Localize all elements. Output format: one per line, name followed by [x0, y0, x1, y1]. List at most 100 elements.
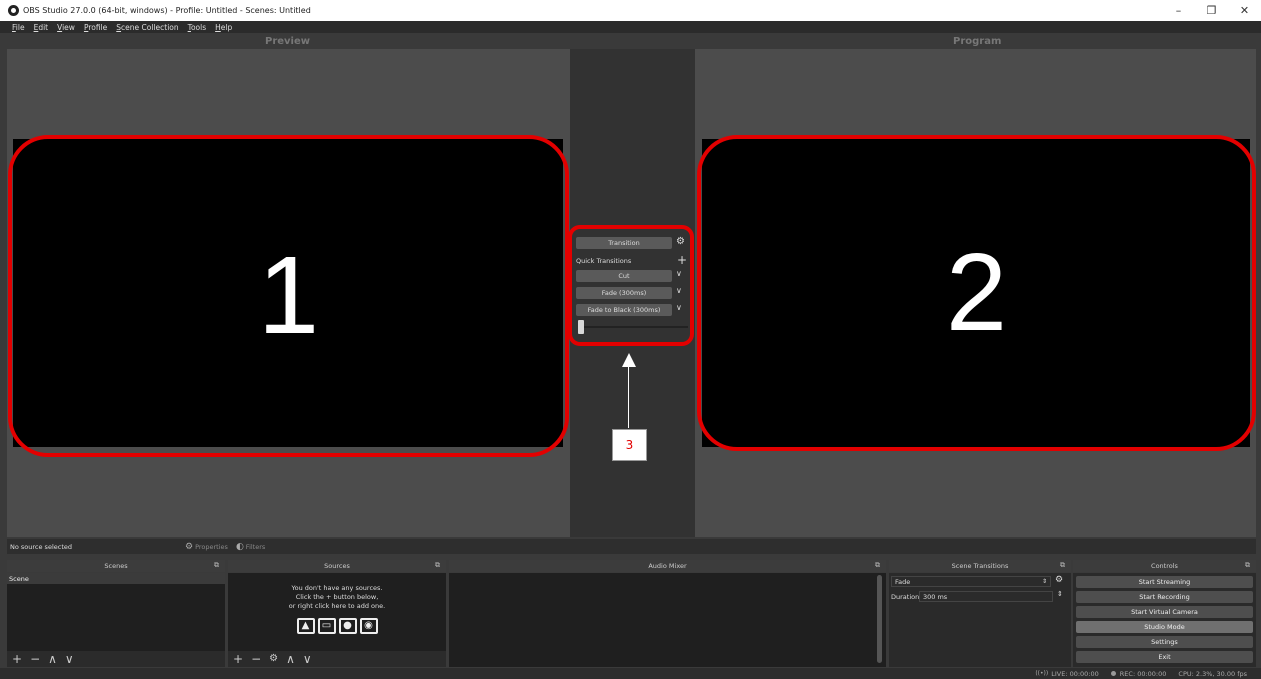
audio-mixer-body — [449, 573, 886, 667]
start-recording-button[interactable]: Start Recording — [1076, 591, 1253, 603]
empty-line-3: or right click here to add one. — [288, 602, 386, 610]
spin-arrows-icon[interactable]: ⇕ — [1042, 578, 1047, 585]
window-title: OBS Studio 27.0.0 (64-bit, windows) - Pr… — [23, 6, 311, 15]
menu-view[interactable]: View — [57, 23, 75, 32]
broadcast-icon: ((•)) — [1035, 670, 1049, 677]
preview-title: Preview — [265, 36, 311, 47]
controls-dock: Controls ⧉ Start Streaming Start Recordi… — [1073, 560, 1256, 667]
globe-icon: ● — [338, 618, 357, 634]
scenes-toolbar: + − ∧ ∨ — [7, 651, 225, 667]
move-up-icon[interactable]: ∧ — [286, 653, 295, 665]
properties-label: Properties — [195, 542, 228, 551]
annotation-box-2: 2 — [697, 135, 1256, 451]
menu-help[interactable]: Help — [215, 23, 232, 32]
window-controls: – ❐ ✕ — [1162, 0, 1261, 21]
float-dock-icon[interactable]: ⧉ — [435, 561, 440, 570]
menu-file[interactable]: File — [12, 23, 25, 32]
scenes-dock: Scenes ⧉ Scene + − ∧ ∨ — [7, 560, 225, 667]
start-streaming-button[interactable]: Start Streaming — [1076, 576, 1253, 588]
rec-status: REC: 00:00:00 — [1110, 670, 1166, 678]
mixer-scrollbar[interactable] — [877, 575, 882, 663]
cpu-status: CPU: 2.3%, 30.00 fps — [1178, 669, 1247, 678]
transition-select[interactable]: Fade ⇕ — [891, 576, 1051, 587]
sources-toolbar: + − ⚙ ∧ ∨ — [228, 651, 446, 667]
sources-empty-text: You don't have any sources. Click the + … — [228, 584, 446, 611]
no-source-label: No source selected — [10, 542, 72, 551]
record-dot-icon — [1110, 671, 1116, 676]
empty-line-1: You don't have any sources. — [291, 584, 383, 592]
transition-settings-gear-icon[interactable]: ⚙ — [1055, 576, 1063, 585]
remove-scene-icon[interactable]: − — [30, 653, 40, 665]
menu-tools[interactable]: Tools — [188, 23, 206, 32]
monitor-icon: ▭ — [317, 618, 336, 634]
close-button[interactable]: ✕ — [1228, 0, 1261, 21]
filters-button[interactable]: ◐ Filters — [236, 542, 265, 552]
menu-bar: File Edit View Profile Scene Collection … — [0, 21, 1261, 33]
controls-body: Start Streaming Start Recording Start Vi… — [1073, 573, 1256, 667]
float-dock-icon[interactable]: ⧉ — [1245, 561, 1250, 570]
live-status: ((•)) LIVE: 00:00:00 — [1035, 670, 1098, 678]
move-down-icon[interactable]: ∨ — [65, 653, 74, 665]
duration-value: 300 ms — [923, 592, 948, 601]
annotation-label-1: 1 — [257, 234, 320, 357]
camera-icon: ◉ — [359, 618, 378, 634]
menu-profile[interactable]: Profile — [84, 23, 107, 32]
gear-icon: ⚙ — [185, 541, 194, 552]
filter-icon: ◐ — [235, 541, 244, 552]
float-dock-icon[interactable]: ⧉ — [875, 561, 880, 570]
sources-list[interactable]: You don't have any sources. Click the + … — [228, 573, 446, 667]
studio-mode-button[interactable]: Studio Mode — [1076, 621, 1253, 633]
scene-transitions-dock-header: Scene Transitions ⧉ — [889, 560, 1071, 572]
scenes-title: Scenes — [104, 562, 128, 570]
sources-title: Sources — [324, 562, 350, 570]
settings-button[interactable]: Settings — [1076, 636, 1253, 648]
controls-dock-header: Controls ⧉ — [1073, 560, 1256, 572]
scene-transitions-body: Fade ⇕ ⚙ Duration 300 ms ⇕ — [889, 573, 1071, 667]
annotation-arrow-line — [628, 366, 629, 428]
filters-label: Filters — [245, 542, 266, 551]
audio-mixer-dock: Audio Mixer ⧉ — [449, 560, 886, 667]
add-source-icon[interactable]: + — [233, 653, 243, 665]
annotation-box-3 — [568, 225, 694, 346]
empty-line-2: Click the + button below, — [295, 593, 379, 601]
float-dock-icon[interactable]: ⧉ — [1060, 561, 1065, 570]
float-dock-icon[interactable]: ⧉ — [214, 561, 219, 570]
remove-source-icon[interactable]: − — [251, 653, 261, 665]
duration-spin-icon[interactable]: ⇕ — [1057, 591, 1063, 598]
properties-button[interactable]: ⚙ Properties — [185, 542, 228, 552]
obs-logo-icon — [8, 5, 19, 16]
add-scene-icon[interactable]: + — [12, 653, 22, 665]
audio-mixer-title: Audio Mixer — [648, 562, 687, 570]
sources-dock: Sources ⧉ You don't have any sources. Cl… — [228, 560, 446, 667]
live-time: LIVE: 00:00:00 — [1051, 669, 1099, 678]
arrow-up-icon — [622, 353, 636, 367]
duration-field[interactable]: 300 ms — [919, 591, 1053, 602]
image-icon: ▲ — [296, 618, 315, 634]
source-settings-gear-icon[interactable]: ⚙ — [269, 654, 278, 664]
menu-scene-collection[interactable]: Scene Collection — [116, 23, 178, 32]
move-down-icon[interactable]: ∨ — [303, 653, 312, 665]
status-bar: ((•)) LIVE: 00:00:00 REC: 00:00:00 CPU: … — [0, 668, 1261, 679]
annotation-label-3: 3 — [612, 429, 647, 461]
controls-title: Controls — [1151, 562, 1178, 570]
scene-transitions-title: Scene Transitions — [951, 562, 1009, 570]
scenes-dock-header: Scenes ⧉ — [7, 560, 225, 572]
annotation-box-1: 1 — [8, 135, 569, 457]
minimize-button[interactable]: – — [1162, 0, 1195, 21]
scene-transitions-dock: Scene Transitions ⧉ Fade ⇕ ⚙ Duration 30… — [889, 560, 1071, 667]
source-type-icons: ▲ ▭ ● ◉ — [228, 618, 446, 634]
start-virtual-camera-button[interactable]: Start Virtual Camera — [1076, 606, 1253, 618]
program-title: Program — [953, 36, 1002, 47]
sources-dock-header: Sources ⧉ — [228, 560, 446, 572]
exit-button[interactable]: Exit — [1076, 651, 1253, 663]
list-item[interactable]: Scene — [7, 573, 225, 584]
restore-button[interactable]: ❐ — [1195, 0, 1228, 21]
annotation-label-2: 2 — [945, 231, 1008, 354]
properties-bar: No source selected ⚙ Properties ◐ Filter… — [7, 539, 1256, 554]
scenes-list: Scene + − ∧ ∨ — [7, 573, 225, 667]
move-up-icon[interactable]: ∧ — [48, 653, 57, 665]
title-bar: OBS Studio 27.0.0 (64-bit, windows) - Pr… — [0, 0, 1261, 21]
transition-select-value: Fade — [895, 577, 911, 586]
menu-edit[interactable]: Edit — [34, 23, 49, 32]
duration-label: Duration — [891, 593, 920, 601]
